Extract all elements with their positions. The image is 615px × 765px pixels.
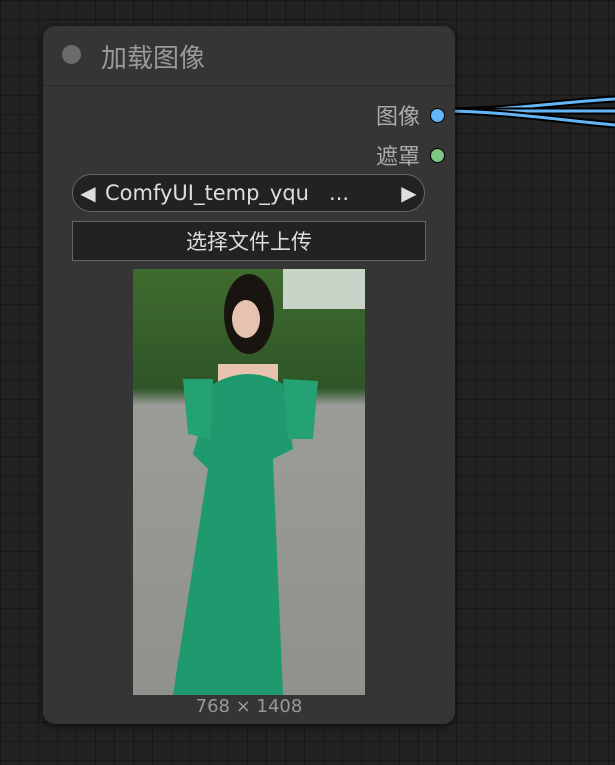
output-image-label: 图像 xyxy=(375,105,420,130)
next-arrow-icon[interactable]: ▶ xyxy=(394,181,424,205)
output-image-slot-icon[interactable] xyxy=(430,107,445,123)
node-title: 加载图像 xyxy=(101,44,206,74)
image-preview xyxy=(133,269,365,695)
load-image-node[interactable]: 加载图像 图像 遮罩 ◀ ComfyUI_temp_yqu ... ▶ 选择文件… xyxy=(43,26,455,724)
output-mask[interactable]: 遮罩 xyxy=(376,139,445,171)
image-output-wires xyxy=(440,95,615,129)
image-combo-value: ComfyUI_temp_yqu ... xyxy=(105,181,350,205)
output-mask-slot-icon[interactable] xyxy=(430,147,445,163)
upload-button[interactable]: 选择文件上传 xyxy=(72,221,426,261)
output-mask-label: 遮罩 xyxy=(375,145,420,170)
prev-arrow-icon[interactable]: ◀ xyxy=(73,181,103,205)
collapse-dot-icon[interactable] xyxy=(62,45,81,64)
output-image[interactable]: 图像 xyxy=(376,99,445,131)
image-size-label: 768 × 1408 xyxy=(195,696,303,717)
image-combo[interactable]: ◀ ComfyUI_temp_yqu ... ▶ xyxy=(72,174,425,212)
node-title-bar[interactable]: 加载图像 xyxy=(43,26,455,86)
